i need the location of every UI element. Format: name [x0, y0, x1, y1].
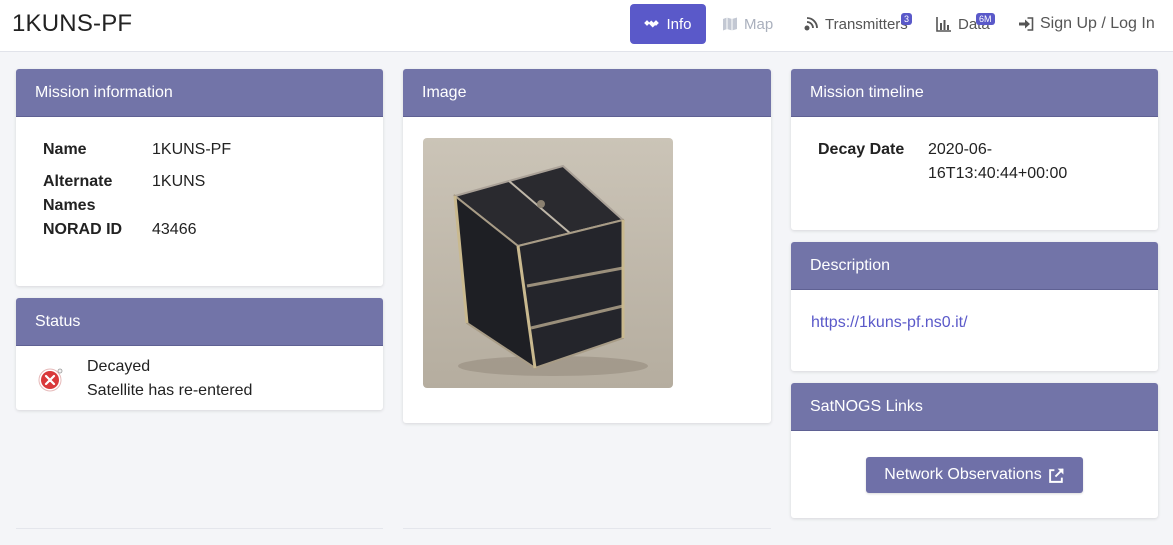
- alt-names-value: 1KUNS: [152, 173, 206, 190]
- alt-names-label-line2: Names: [43, 197, 96, 214]
- status-detail: Satellite has re-entered: [87, 382, 253, 399]
- description-card: Description https://1kuns-pf.ns0.it/: [791, 242, 1158, 371]
- data-count-badge: 6M: [976, 13, 995, 25]
- name-value: 1KUNS-PF: [152, 141, 232, 158]
- transmitters-count-badge: 3: [901, 13, 913, 25]
- login-label: Sign Up / Log In: [1040, 15, 1155, 32]
- image-title: Image: [403, 69, 771, 117]
- tab-info[interactable]: Info: [630, 4, 706, 44]
- decay-date-value-line1: 2020-06-: [928, 141, 993, 158]
- tab-map[interactable]: Map: [722, 4, 773, 44]
- timeline-card: Mission timeline Decay Date 2020-06- 16T…: [791, 69, 1158, 230]
- alt-names-label-line1: Alternate: [43, 173, 113, 190]
- tab-transmitters[interactable]: Transmitters 3: [803, 4, 913, 44]
- top-navbar: 1KUNS-PF Info Map Transmitters 3 Data 6M…: [0, 0, 1173, 52]
- website-link[interactable]: https://1kuns-pf.ns0.it/: [811, 314, 968, 332]
- external-link-icon: [1048, 467, 1064, 483]
- norad-value: 43466: [152, 221, 197, 238]
- mission-info-title: Mission information: [16, 69, 383, 117]
- description-title: Description: [791, 242, 1158, 290]
- nav-menu: Info Map Transmitters 3 Data 6M Sign Up …: [0, 0, 1173, 52]
- satellite-photo: [423, 138, 673, 388]
- login-link[interactable]: Sign Up / Log In: [1018, 4, 1155, 44]
- bar-chart-icon: [936, 17, 951, 32]
- satnogs-links-card: SatNOGS Links Network Observations: [791, 383, 1158, 518]
- decay-date-label: Decay Date: [818, 141, 905, 158]
- column2-footer-divider: [403, 528, 771, 529]
- image-card: Image: [403, 69, 771, 423]
- network-observations-label: Network Observations: [884, 466, 1042, 483]
- tab-map-label: Map: [744, 15, 774, 33]
- decay-date-value-line2: 16T13:40:44+00:00: [928, 165, 1068, 182]
- network-observations-button[interactable]: Network Observations: [866, 457, 1083, 493]
- sign-in-icon: [1019, 17, 1034, 31]
- satnogs-links-title: SatNOGS Links: [791, 383, 1158, 431]
- tab-data[interactable]: Data 6M: [936, 4, 995, 44]
- map-icon: [723, 17, 737, 31]
- tab-transmitters-label: Transmitters: [825, 15, 908, 33]
- norad-label: NORAD ID: [43, 221, 123, 238]
- status-card: Status Decayed Satellite has re-entered: [16, 298, 383, 410]
- tab-info-label: Info: [666, 15, 692, 33]
- name-label: Name: [43, 141, 87, 158]
- column1-footer-divider: [16, 528, 383, 529]
- mission-info-card: Mission information Name 1KUNS-PF Altern…: [16, 69, 383, 286]
- status-state: Decayed: [87, 358, 151, 375]
- decayed-x-icon: [38, 368, 63, 392]
- satellite-icon: [644, 20, 660, 28]
- status-title: Status: [16, 298, 383, 346]
- broadcast-icon: [804, 17, 818, 31]
- timeline-title: Mission timeline: [791, 69, 1158, 117]
